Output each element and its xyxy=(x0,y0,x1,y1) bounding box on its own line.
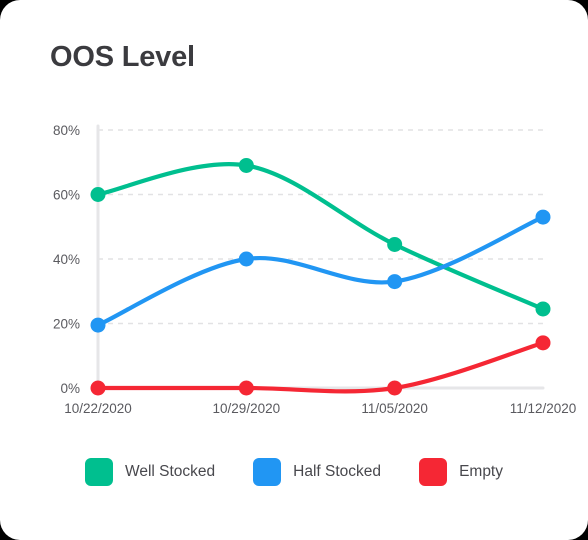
data-point-marker[interactable] xyxy=(90,187,106,202)
legend-item[interactable]: Well Stocked xyxy=(85,458,215,486)
x-axis-tick-label: 11/05/2020 xyxy=(361,401,428,416)
axes-group xyxy=(96,124,545,390)
legend-item-label: Well Stocked xyxy=(125,463,216,480)
data-point-marker[interactable] xyxy=(238,157,254,173)
legend-item[interactable]: Empty xyxy=(419,458,503,486)
data-point-marker[interactable] xyxy=(535,335,551,351)
x-axis-tick-label: 10/22/2020 xyxy=(64,401,132,416)
series-line xyxy=(95,162,546,312)
data-point-marker[interactable] xyxy=(387,380,403,396)
data-point-marker[interactable] xyxy=(90,380,106,396)
y-axis-tick-label: 40% xyxy=(53,252,80,267)
chart-legend: Well Stocked Half Stocked Empty xyxy=(0,458,588,486)
gridlines-group xyxy=(98,129,543,325)
series-line xyxy=(95,214,546,328)
data-point-marker[interactable] xyxy=(238,251,254,267)
data-point-marker[interactable] xyxy=(238,380,254,396)
data-point-marker[interactable] xyxy=(535,209,551,225)
x-axis-tick-label: 10/29/2020 xyxy=(213,401,281,416)
y-axis-tick-label: 20% xyxy=(53,317,80,332)
legend-color-swatch xyxy=(85,458,113,486)
y-axis-tick-label: 60% xyxy=(53,188,80,203)
data-point-marker[interactable] xyxy=(387,274,403,290)
series-group xyxy=(90,157,551,396)
data-point-marker[interactable] xyxy=(535,301,551,317)
legend-color-swatch xyxy=(253,458,282,486)
chart-plot-area: 0% 20% 40% 60% 80% 10/22/2020 10/29/2020 11/05… xyxy=(0,110,588,430)
legend-color-swatch xyxy=(419,458,448,486)
series-half-stocked xyxy=(90,209,551,333)
data-point-marker[interactable] xyxy=(90,317,106,333)
y-axis-tick-label: 0% xyxy=(60,381,80,396)
series-line xyxy=(95,340,546,394)
legend-item[interactable]: Half Stocked xyxy=(253,458,381,486)
data-point-marker[interactable] xyxy=(387,236,403,252)
page-title: OOS Level xyxy=(50,41,195,73)
y-axis-tick-label: 80% xyxy=(53,123,80,138)
line-chart-svg: 0% 20% 40% 60% 80% 10/22/2020 10/29/2020 11/05… xyxy=(53,123,576,416)
x-axis-labels-group: 10/22/2020 10/29/2020 11/05/2020 11/12/2020 xyxy=(64,401,576,416)
chart-card: OOS Level 0% 20% 40% 60% 80% 10/22/2020 10/29… xyxy=(0,0,588,540)
x-axis-tick-label: 11/12/2020 xyxy=(510,401,577,416)
legend-item-label: Half Stocked xyxy=(293,463,382,480)
y-axis-labels-group: 0% 20% 40% 60% 80% xyxy=(53,123,80,396)
series-empty xyxy=(90,335,551,396)
legend-item-label: Empty xyxy=(459,463,503,480)
